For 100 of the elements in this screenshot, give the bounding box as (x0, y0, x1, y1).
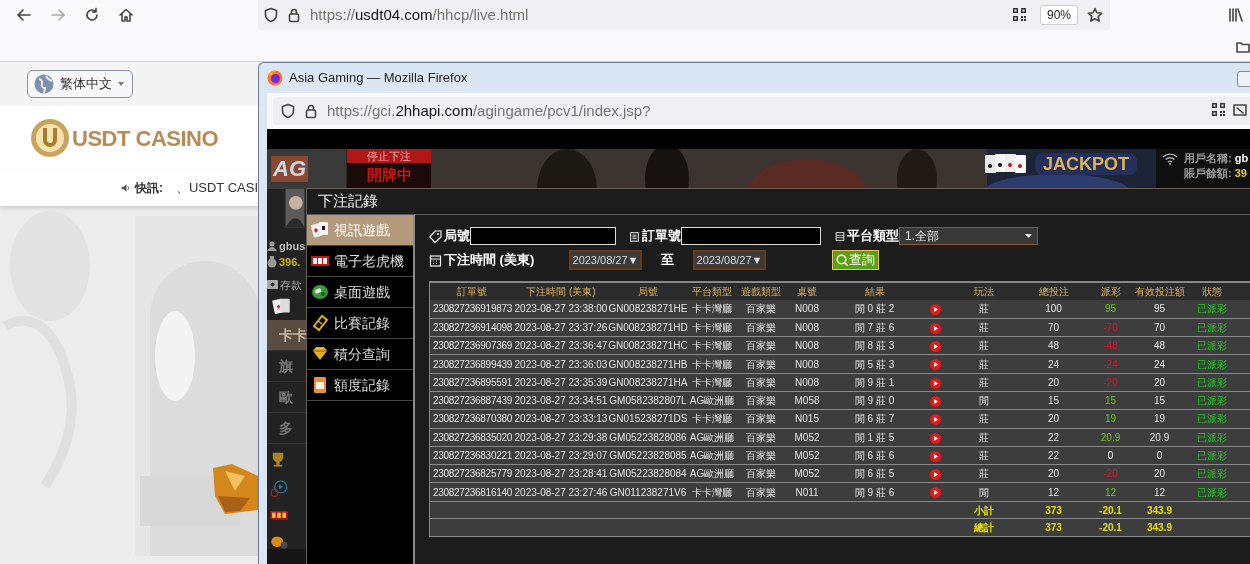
video-replay-icon[interactable] (929, 304, 941, 316)
folder-icon[interactable] (1236, 41, 1250, 53)
video-replay-icon[interactable] (929, 414, 941, 426)
video-replay-icon[interactable] (929, 377, 941, 389)
table-cell: GM05223828086 (608, 428, 688, 447)
table-cell: 19 (1133, 409, 1186, 429)
table-cell: 閒 1 莊 5 (828, 428, 921, 447)
video-replay-icon[interactable] (929, 341, 941, 353)
logo-emblem-icon (30, 118, 70, 158)
table-cell: 230827236887439 (430, 391, 514, 410)
table-cell: 閒 9 莊 0 (828, 391, 921, 410)
language-label: 繁体中文 (60, 75, 112, 94)
table-cell: GN008238271HB (608, 354, 688, 374)
game-logo: AG (271, 156, 308, 182)
table-cell: 2023-08-27 23:28:41 (514, 464, 608, 483)
qr-code-icon[interactable] (1012, 7, 1027, 22)
table-cell: -24 (1088, 354, 1133, 374)
table-cell: N008 (786, 300, 828, 319)
table-cell: N008 (786, 373, 828, 392)
video-replay-icon[interactable] (929, 359, 941, 371)
start-date-select[interactable]: 2023/08/27▼ (569, 250, 642, 270)
order-number-input[interactable] (681, 227, 821, 245)
table-cell: 莊 (949, 428, 1019, 447)
table-cell: 莊 (949, 373, 1019, 392)
star-icon[interactable] (1087, 7, 1103, 23)
table-cell: AG歐洲廳 (688, 446, 736, 465)
column-header: 玩法 (949, 283, 1019, 300)
filter-label: 下注時間 (美東) (444, 251, 535, 270)
site-logo: USDT CASINO (72, 124, 219, 153)
video-replay-icon[interactable] (929, 450, 941, 462)
table-cell: 230827236825779 (430, 464, 514, 483)
user-icon (267, 241, 277, 251)
table-cell: 已派彩 (1186, 409, 1238, 429)
table-cell: M058 (786, 391, 828, 410)
table-cell: AG歐洲廳 (688, 464, 736, 483)
table-cell: 24 (1133, 354, 1186, 374)
library-icon[interactable] (1228, 7, 1244, 23)
column-header: 平台類型 (688, 283, 736, 300)
end-date-select[interactable]: 2023/08/27▼ (693, 250, 766, 270)
url-text: https://usdt04.com/hhcp/live.html (310, 4, 529, 25)
table-cell: 15 (1088, 391, 1133, 410)
table-cell: 卡卡灣廳 (688, 409, 736, 429)
table-cell: 20 (1133, 464, 1186, 483)
table-cell: 卡卡灣廳 (688, 318, 736, 337)
table-cell: AG歐洲廳 (688, 428, 736, 447)
table-cell: -20 (1088, 373, 1133, 392)
screenshot-icon[interactable] (1233, 103, 1247, 117)
address-bar[interactable]: https://usdt04.com/hhcp/live.html 90% (258, 0, 1110, 30)
video-replay-icon[interactable] (929, 432, 941, 444)
table-cell: 20.9 (1133, 428, 1186, 447)
table-cell: 230827236835020 (430, 428, 514, 447)
table-cell: 20.9 (1088, 428, 1133, 447)
reload-icon[interactable] (84, 7, 100, 23)
table-cell: M052 (786, 428, 828, 447)
table-cell: GN008238271HA (608, 373, 688, 392)
table-cell: M052 (786, 464, 828, 483)
table-cell: 百家樂 (736, 464, 786, 483)
table-cell: 20 (1019, 409, 1088, 429)
video-replay-icon[interactable] (929, 322, 941, 334)
table-cell: 2023-08-27 23:34:51 (514, 391, 608, 410)
table-cell: 閒 8 莊 3 (828, 336, 921, 355)
table-cell: M052 (786, 446, 828, 465)
qr-code-icon[interactable] (1211, 102, 1226, 117)
video-replay-icon[interactable] (929, 469, 941, 481)
table-cell: 閒 6 莊 7 (828, 409, 921, 429)
live-play-icon (269, 479, 289, 497)
news-ticker: 、USDT CASI (175, 179, 258, 198)
table-cell: 2023-08-27 23:29:38 (514, 428, 608, 447)
table-cell: 70 (1019, 318, 1088, 337)
player-balance: 396. (279, 255, 301, 271)
back-icon[interactable] (16, 7, 32, 23)
column-header: 有效投注額 (1133, 283, 1186, 300)
table-cell: 2023-08-27 23:36:03 (514, 354, 608, 374)
menu-item-icon (311, 376, 329, 394)
table-cell: 12 (1088, 482, 1133, 502)
side-menu-item[interactable]: 卡卡 (267, 320, 307, 352)
address-bar[interactable]: https://gci.2hhapi.com/agingame/pcv1/index.jsp? (273, 97, 1250, 125)
language-selector[interactable]: 繁体中文 (27, 70, 133, 98)
player-name: gbus (279, 238, 306, 254)
table-cell: 百家樂 (736, 391, 786, 410)
money-bag-icon (267, 256, 277, 269)
table-cell: 已派彩 (1186, 464, 1238, 483)
round-number-input[interactable] (470, 227, 616, 245)
home-icon[interactable] (118, 7, 134, 23)
table-cell: 343.9 (1133, 518, 1186, 537)
lock-icon (288, 7, 300, 23)
deposit-link[interactable]: 存款 (280, 276, 302, 294)
table-cell: GM0582382807L (608, 391, 688, 410)
video-replay-icon[interactable] (929, 396, 941, 407)
table-cell: 百家樂 (736, 446, 786, 465)
table-cell: 0 (1088, 446, 1133, 465)
table-cell: GN011238271V6 (608, 482, 688, 502)
table-cell: 2023-08-27 23:27:46 (514, 482, 608, 502)
zoom-badge[interactable]: 90% (1040, 5, 1079, 25)
table-cell: N008 (786, 318, 828, 337)
table-cell: -70 (1088, 318, 1133, 337)
video-replay-icon[interactable] (929, 487, 941, 499)
platform-select[interactable]: 1.全部 (899, 227, 1038, 245)
table-cell: 2023-08-27 23:38:00 (514, 300, 608, 319)
calendar-icon (429, 253, 442, 267)
